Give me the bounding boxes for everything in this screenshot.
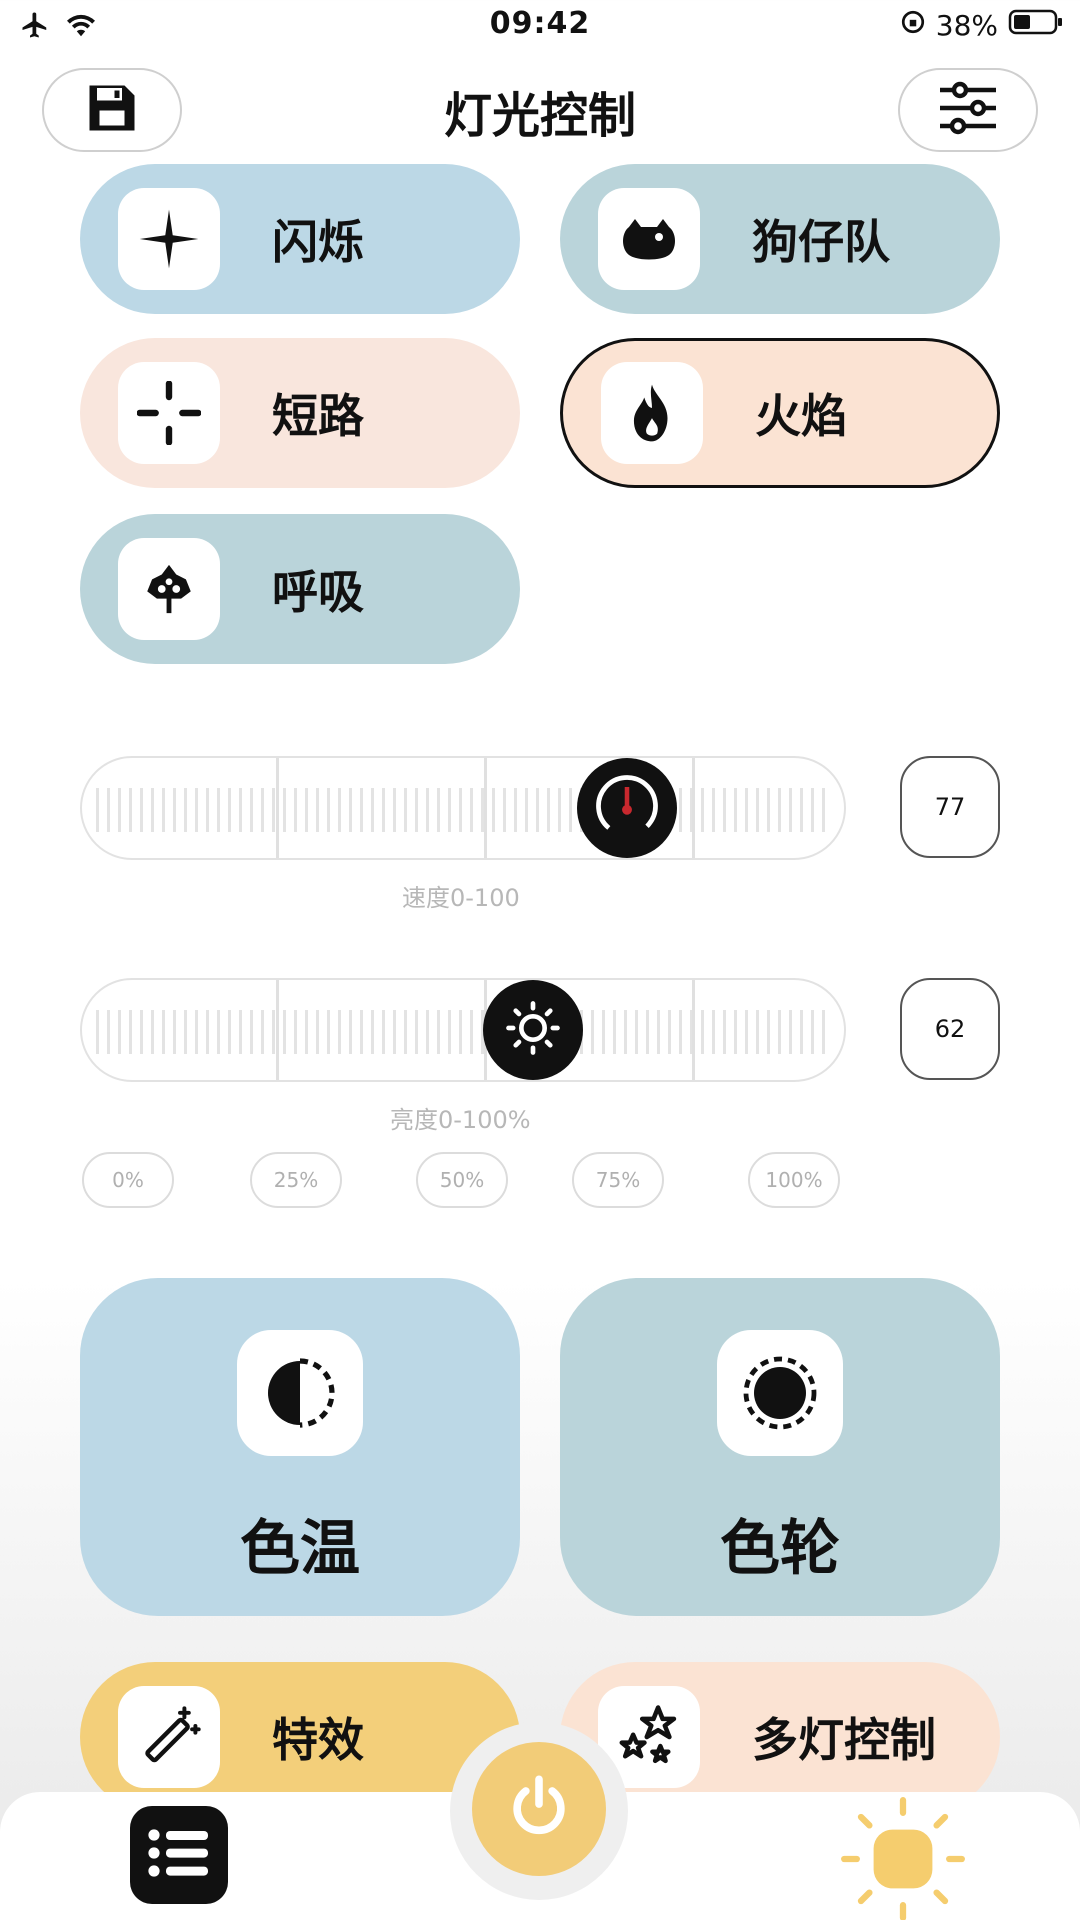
preset-0-button[interactable]: 0% xyxy=(82,1152,174,1208)
brightness-slider-thumb[interactable] xyxy=(483,980,583,1080)
mode-breath-button[interactable]: 呼吸 xyxy=(80,514,520,664)
preset-100-button[interactable]: 100% xyxy=(748,1152,840,1208)
rotation-lock-icon xyxy=(900,9,926,42)
speed-slider[interactable] xyxy=(80,756,846,860)
mode-flicker-label: 闪烁 xyxy=(272,215,364,269)
status-bar: 09:42 38% xyxy=(0,0,1080,56)
multi-light-button[interactable]: 多灯控制 xyxy=(560,1662,1000,1812)
settings-button[interactable] xyxy=(898,68,1038,152)
list-icon xyxy=(146,1823,212,1887)
mode-flame-button[interactable]: 火焰 xyxy=(560,338,1000,488)
color-temperature-label: 色温 xyxy=(240,1514,360,1584)
crosshair-icon xyxy=(118,362,220,464)
mode-short-circuit-button[interactable]: 短路 xyxy=(80,338,520,488)
mode-breath-label: 呼吸 xyxy=(272,565,364,619)
speed-value[interactable]: 77 xyxy=(900,756,1000,858)
preset-75-button[interactable]: 75% xyxy=(572,1152,664,1208)
color-wheel-label: 色轮 xyxy=(720,1514,840,1584)
sun-light-icon xyxy=(840,1797,966,1920)
paparazzi-icon xyxy=(598,188,700,290)
color-temperature-card[interactable]: 色温 xyxy=(80,1278,520,1616)
mode-flame-label: 火焰 xyxy=(755,389,847,443)
effects-label: 特效 xyxy=(272,1713,364,1767)
mode-flicker-button[interactable]: 闪烁 xyxy=(80,164,520,314)
speed-slider-thumb[interactable] xyxy=(577,758,677,858)
speed-caption: 速度0-100 xyxy=(402,884,520,912)
brightness-slider[interactable] xyxy=(80,978,846,1082)
battery-percent: 38% xyxy=(935,9,998,42)
brightness-caption: 亮度0-100% xyxy=(390,1106,531,1134)
multi-light-label: 多灯控制 xyxy=(752,1713,936,1767)
breath-icon xyxy=(118,538,220,640)
mode-short-circuit-label: 短路 xyxy=(272,389,364,443)
preset-50-button[interactable]: 50% xyxy=(416,1152,508,1208)
flame-icon xyxy=(601,362,703,464)
power-button[interactable] xyxy=(472,1742,606,1876)
preset-25-button[interactable]: 25% xyxy=(250,1152,342,1208)
mode-paparazzi-label: 狗仔队 xyxy=(752,215,890,269)
brightness-value[interactable]: 62 xyxy=(900,978,1000,1080)
sun-icon xyxy=(505,1000,561,1060)
battery-icon xyxy=(1008,8,1064,43)
color-wheel-card[interactable]: 色轮 xyxy=(560,1278,1000,1616)
power-icon xyxy=(504,1772,574,1846)
speedometer-icon xyxy=(589,768,665,848)
sparkle-icon xyxy=(118,188,220,290)
light-tab-button[interactable] xyxy=(840,1796,966,1920)
menu-button[interactable] xyxy=(130,1806,228,1904)
sliders-icon xyxy=(936,78,1000,142)
magic-wand-icon xyxy=(118,1686,220,1788)
color-temperature-icon xyxy=(237,1330,363,1456)
color-wheel-icon xyxy=(717,1330,843,1456)
mode-paparazzi-button[interactable]: 狗仔队 xyxy=(560,164,1000,314)
